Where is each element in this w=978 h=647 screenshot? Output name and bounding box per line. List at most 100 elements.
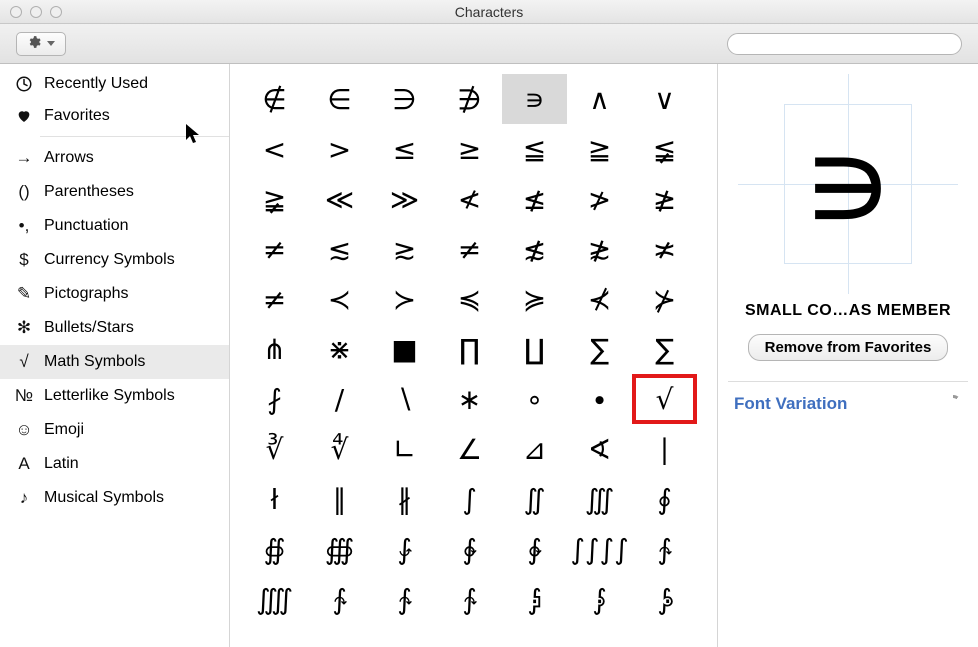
sidebar-separator (40, 136, 229, 137)
character-cell[interactable]: ∭ (567, 474, 632, 524)
character-cell[interactable]: ∑ (567, 324, 632, 374)
character-cell[interactable]: ≧ (567, 124, 632, 174)
character-cell[interactable]: ∑ (632, 324, 697, 374)
character-cell[interactable]: ≽ (502, 274, 567, 324)
character-cell[interactable]: ∫ (437, 474, 502, 524)
character-cell[interactable]: ≮ (437, 174, 502, 224)
character-cell[interactable]: ∰ (307, 524, 372, 574)
character-cell[interactable]: ⨌ (242, 574, 307, 624)
character-cell[interactable]: ∗ (437, 374, 502, 424)
character-cell[interactable]: ≠ (242, 274, 307, 324)
character-cell[interactable]: ≯ (567, 174, 632, 224)
character-cell[interactable]: ⋇ (307, 324, 372, 374)
character-cell[interactable]: ≭ (632, 224, 697, 274)
character-cell[interactable]: ≳ (372, 224, 437, 274)
sidebar-item-arrows[interactable]: →Arrows (0, 141, 229, 175)
character-cell[interactable]: ⨓ (567, 574, 632, 624)
category-icon: → (14, 148, 34, 168)
sidebar-item-bullets-stars[interactable]: ✻ Bullets/Stars (0, 311, 229, 345)
character-cell[interactable]: ⨔ (632, 574, 697, 624)
character-cell[interactable]: ≤ (372, 124, 437, 174)
character-cell[interactable]: ⊁ (632, 274, 697, 324)
search-input[interactable] (727, 33, 962, 55)
font-variation-row[interactable]: Font Variation (728, 394, 968, 414)
character-cell[interactable]: ≼ (437, 274, 502, 324)
character-cell[interactable]: ⊿ (502, 424, 567, 474)
character-cell[interactable]: ≵ (567, 224, 632, 274)
sidebar-item-latin[interactable]: ALatin (0, 447, 229, 481)
character-cell[interactable]: / (307, 374, 372, 424)
sidebar-item-favorites[interactable]: Favorites (0, 100, 229, 132)
character-cell[interactable]: ∙ (567, 374, 632, 424)
character-cell[interactable]: > (307, 124, 372, 174)
character-cell[interactable]: ≲ (307, 224, 372, 274)
character-cell[interactable]: ∏ (437, 324, 502, 374)
sidebar-item-punctuation[interactable]: •,Punctuation (0, 209, 229, 243)
character-cell[interactable]: ∧ (567, 74, 632, 124)
character-cell[interactable]: ≻ (372, 274, 437, 324)
sidebar-item-label: Bullets/Stars (44, 319, 134, 337)
character-cell[interactable]: ∱ (632, 524, 697, 574)
character-cell[interactable]: ∲ (437, 524, 502, 574)
character-cell[interactable]: ∨ (632, 74, 697, 124)
character-cell[interactable]: ∟ (372, 424, 437, 474)
sidebar-item-currency-symbols[interactable]: $Currency Symbols (0, 243, 229, 277)
character-cell[interactable]: ∱ (372, 574, 437, 624)
character-cell[interactable]: ∥ (307, 474, 372, 524)
character-cell[interactable]: ∖ (372, 374, 437, 424)
character-cell[interactable]: ∐ (502, 324, 567, 374)
sidebar-item-musical-symbols[interactable]: ♪Musical Symbols (0, 481, 229, 515)
character-cell[interactable]: ∋ (372, 74, 437, 124)
character-cell[interactable]: ⨑ (372, 524, 437, 574)
character-cell[interactable]: ∘ (502, 374, 567, 424)
sidebar-item-parentheses[interactable]: ()Parentheses (0, 175, 229, 209)
character-cell[interactable]: ≠ (242, 224, 307, 274)
character-cell[interactable]: ≦ (502, 124, 567, 174)
character-cell[interactable]: ⊀ (567, 274, 632, 324)
dropdown-caret-icon (47, 41, 55, 46)
remove-from-favorites-button[interactable]: Remove from Favorites (748, 334, 949, 361)
character-cell[interactable]: < (242, 124, 307, 174)
sidebar-item-pictographs[interactable]: ✎Pictographs (0, 277, 229, 311)
character-cell[interactable]: ∲ (502, 524, 567, 574)
character-cell[interactable]: ∣ (632, 424, 697, 474)
character-cell[interactable]: ≩ (242, 174, 307, 224)
character-cell[interactable]: ≠ (437, 224, 502, 274)
sidebar-item-label: Musical Symbols (44, 489, 164, 507)
character-cell[interactable]: ∫∫∫∫ (567, 524, 632, 574)
character-cell[interactable]: ≴ (502, 224, 567, 274)
character-cell[interactable]: ≰ (502, 174, 567, 224)
character-cell[interactable]: ⨒ (502, 574, 567, 624)
character-cell[interactable]: ∍ (502, 74, 567, 124)
category-icon: ✻ (14, 318, 34, 338)
sidebar-item-recently-used[interactable]: Recently Used (0, 68, 229, 100)
character-cell[interactable]: ⨏ (242, 374, 307, 424)
sidebar-item-math-symbols[interactable]: √Math Symbols (0, 345, 229, 379)
character-cell[interactable]: ≥ (437, 124, 502, 174)
character-cell[interactable]: ∦ (372, 474, 437, 524)
character-cell[interactable]: ∢ (567, 424, 632, 474)
character-cell[interactable]: ≺ (307, 274, 372, 324)
character-cell[interactable]: ≪ (307, 174, 372, 224)
character-cell[interactable]: ⋔ (242, 324, 307, 374)
character-cell[interactable]: ł (242, 474, 307, 524)
character-cell[interactable]: ∛ (242, 424, 307, 474)
character-cell[interactable]: ≫ (372, 174, 437, 224)
character-cell[interactable]: ≨ (632, 124, 697, 174)
character-cell[interactable]: ■ (372, 324, 437, 374)
gear-dropdown-button[interactable] (16, 32, 66, 56)
character-cell[interactable]: ∉ (242, 74, 307, 124)
character-cell[interactable]: √ (632, 374, 697, 424)
character-cell[interactable]: ∱ (437, 574, 502, 624)
character-cell[interactable]: ∯ (242, 524, 307, 574)
sidebar-item-emoji[interactable]: ☺Emoji (0, 413, 229, 447)
sidebar-item-letterlike-symbols[interactable]: №Letterlike Symbols (0, 379, 229, 413)
character-cell[interactable]: ≱ (632, 174, 697, 224)
character-cell[interactable]: ∈ (307, 74, 372, 124)
character-cell[interactable]: ∬ (502, 474, 567, 524)
character-cell[interactable]: ∜ (307, 424, 372, 474)
character-cell[interactable]: ∮ (632, 474, 697, 524)
character-cell[interactable]: ∠ (437, 424, 502, 474)
character-cell[interactable]: ∱ (307, 574, 372, 624)
character-cell[interactable]: ∌ (437, 74, 502, 124)
